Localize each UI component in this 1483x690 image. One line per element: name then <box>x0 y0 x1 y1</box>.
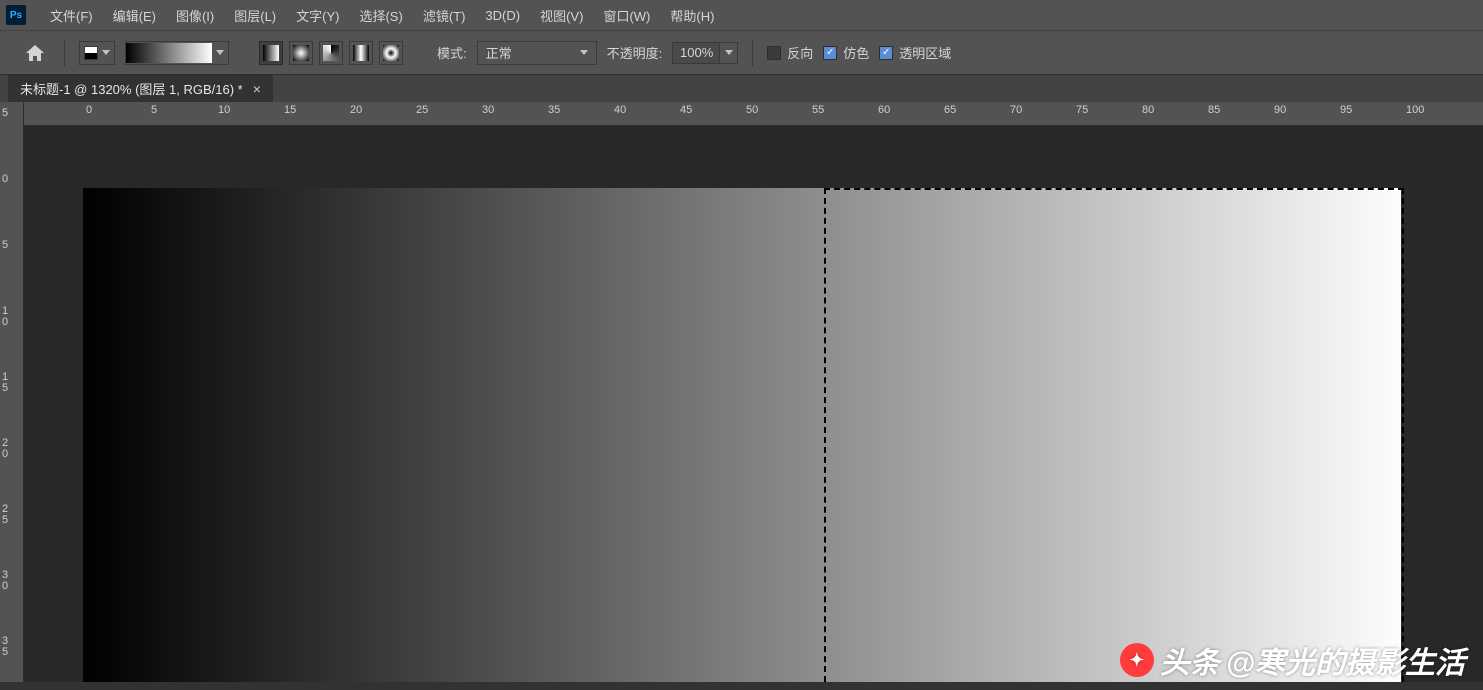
chevron-down-icon <box>580 50 588 55</box>
ruler-tick: 100 <box>1404 101 1405 125</box>
home-icon <box>25 44 45 62</box>
blend-mode-select[interactable]: 正常 <box>477 41 597 65</box>
document-tab-bar: 未标题-1 @ 1320% (图层 1, RGB/16) * × <box>0 74 1483 102</box>
opacity-label: 不透明度: <box>607 43 663 62</box>
radial-gradient-icon <box>293 45 309 61</box>
menu-select[interactable]: 选择(S) <box>349 0 412 30</box>
separator <box>752 40 753 66</box>
ruler-tick: 20 <box>348 101 349 125</box>
app-logo: Ps <box>6 5 26 25</box>
ruler-tick: 65 <box>942 101 943 125</box>
ruler-tick: 15 <box>0 386 24 387</box>
menu-image[interactable]: 图像(I) <box>166 0 224 30</box>
ruler-tick: 95 <box>1338 101 1339 125</box>
ruler-tick: 45 <box>678 101 679 125</box>
opacity-slider-drop[interactable] <box>720 42 738 64</box>
ruler-tick: 10 <box>0 320 24 321</box>
menu-help[interactable]: 帮助(H) <box>660 0 724 30</box>
gradient-preview <box>126 43 212 63</box>
ruler-tick: 20 <box>0 452 24 453</box>
opacity-value: 100% <box>680 45 713 60</box>
dither-checkbox[interactable]: 仿色 <box>823 43 869 62</box>
gradient-type-reflected[interactable] <box>349 41 373 65</box>
document-canvas[interactable] <box>83 188 1401 682</box>
ruler-tick: 5 <box>0 254 24 255</box>
ruler-tick: 30 <box>0 584 24 585</box>
menubar: Ps 文件(F) 编辑(E) 图像(I) 图层(L) 文字(Y) 选择(S) 滤… <box>0 0 1483 30</box>
canvas-viewport[interactable] <box>24 126 1483 682</box>
vertical-ruler[interactable]: 5 0 5 10 15 20 25 30 35 <box>0 102 24 682</box>
separator <box>64 40 65 66</box>
gradient-type-angle[interactable] <box>319 41 343 65</box>
document-tab-title: 未标题-1 @ 1320% (图层 1, RGB/16) * <box>20 79 243 98</box>
ruler-tick: 25 <box>0 518 24 519</box>
opacity-input[interactable]: 100% <box>672 42 720 64</box>
ruler-tick: 0 <box>0 188 24 189</box>
menu-type[interactable]: 文字(Y) <box>286 0 349 30</box>
ruler-tick: 50 <box>744 101 745 125</box>
chevron-down-icon <box>216 50 224 55</box>
menu-layer[interactable]: 图层(L) <box>224 0 286 30</box>
blend-mode-value: 正常 <box>486 43 512 62</box>
ruler-tick: 35 <box>0 650 24 651</box>
ruler-tick: 75 <box>1074 101 1075 125</box>
ruler-tick: 90 <box>1272 101 1273 125</box>
gradient-swatch-icon <box>84 46 98 60</box>
checkbox-checked-icon <box>879 46 893 60</box>
selection-marquee <box>1402 188 1404 682</box>
workspace: 5051015202530354045505560657075808590951… <box>0 102 1483 682</box>
reverse-label: 反向 <box>787 43 813 62</box>
checkbox-checked-icon <box>823 46 837 60</box>
close-icon[interactable]: × <box>253 81 261 97</box>
selection-marquee <box>824 188 1404 190</box>
gradient-type-diamond[interactable] <box>379 41 403 65</box>
ruler-tick: 25 <box>414 101 415 125</box>
horizontal-ruler[interactable]: 5051015202530354045505560657075808590951… <box>0 102 1483 126</box>
menu-3d[interactable]: 3D(D) <box>475 0 530 30</box>
gradient-color-picker[interactable] <box>79 41 115 65</box>
menu-edit[interactable]: 编辑(E) <box>103 0 166 30</box>
ruler-tick: 40 <box>612 101 613 125</box>
ruler-tick: 85 <box>1206 101 1207 125</box>
gradient-type-linear[interactable] <box>259 41 283 65</box>
gradient-preset-picker[interactable] <box>125 41 229 65</box>
checkbox-icon <box>767 46 781 60</box>
menu-window[interactable]: 窗口(W) <box>593 0 660 30</box>
dither-label: 仿色 <box>843 43 869 62</box>
ruler-tick: 60 <box>876 101 877 125</box>
ruler-tick: 5 <box>149 101 150 125</box>
ruler-tick: 70 <box>1008 101 1009 125</box>
ruler-tick: 35 <box>546 101 547 125</box>
home-button[interactable] <box>20 39 50 67</box>
ruler-tick: 0 <box>84 101 85 125</box>
menu-view[interactable]: 视图(V) <box>530 0 593 30</box>
transparency-checkbox[interactable]: 透明区域 <box>879 43 951 62</box>
gradient-type-group <box>259 41 403 65</box>
ruler-tick: 5 <box>0 122 24 123</box>
gradient-type-radial[interactable] <box>289 41 313 65</box>
chevron-down-icon <box>725 50 733 55</box>
angle-gradient-icon <box>323 45 339 61</box>
gradient-preset-drop[interactable] <box>212 50 228 55</box>
menu-file[interactable]: 文件(F) <box>40 0 103 30</box>
ruler-tick: 10 <box>216 101 217 125</box>
reverse-checkbox[interactable]: 反向 <box>767 43 813 62</box>
selection-marquee <box>824 188 826 682</box>
chevron-down-icon <box>102 50 110 55</box>
ruler-tick: 80 <box>1140 101 1141 125</box>
ruler-tick: 15 <box>282 101 283 125</box>
menu-filter[interactable]: 滤镜(T) <box>413 0 476 30</box>
ruler-tick: 55 <box>810 101 811 125</box>
linear-gradient-icon <box>263 45 279 61</box>
reflected-gradient-icon <box>353 45 369 61</box>
document-tab[interactable]: 未标题-1 @ 1320% (图层 1, RGB/16) * × <box>8 75 273 103</box>
diamond-gradient-icon <box>383 45 399 61</box>
ruler-tick: 30 <box>480 101 481 125</box>
transparency-label: 透明区域 <box>899 43 951 62</box>
options-bar: 模式: 正常 不透明度: 100% 反向 仿色 透明区域 <box>0 30 1483 74</box>
mode-label: 模式: <box>437 43 467 62</box>
